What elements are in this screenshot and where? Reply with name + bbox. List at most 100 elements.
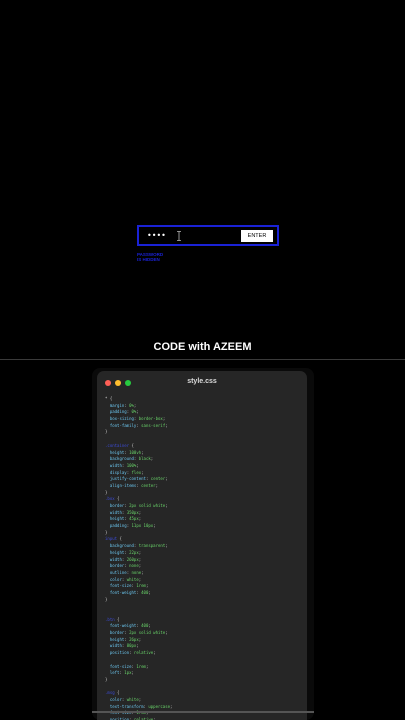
code-token: relative bbox=[133, 650, 154, 656]
code-token: ; bbox=[141, 569, 144, 575]
code-line: justify-content: center; bbox=[105, 476, 305, 483]
code-token: ; bbox=[138, 696, 142, 702]
code-line: height: 26px; bbox=[105, 637, 305, 644]
code-token: ; bbox=[145, 583, 149, 589]
code-token: border bbox=[105, 563, 125, 569]
code-token: ; bbox=[138, 509, 142, 515]
code-token: sans-serif bbox=[141, 422, 166, 428]
code-token: width bbox=[105, 643, 122, 649]
code-token: .btn bbox=[105, 616, 115, 622]
code-token: } bbox=[105, 529, 108, 535]
code-line: font-weight: 400; bbox=[105, 590, 305, 597]
code-line: height: 22px; bbox=[105, 550, 305, 557]
code-token: center bbox=[141, 482, 156, 488]
code-token: 2px solid white bbox=[129, 630, 166, 636]
code-token: left bbox=[105, 670, 120, 676]
code-token: * { bbox=[105, 396, 113, 401]
code-token: } bbox=[105, 429, 108, 435]
code-token: { bbox=[129, 442, 134, 448]
code-token: 100vh bbox=[129, 449, 142, 455]
code-token: background bbox=[105, 543, 134, 549]
code-token: justify-content bbox=[105, 476, 146, 482]
code-token: ; bbox=[162, 416, 166, 422]
divider bbox=[0, 359, 405, 360]
code-line: padding: 11px 10px; bbox=[105, 523, 305, 530]
code-token: background bbox=[105, 456, 134, 462]
code-token: } bbox=[105, 676, 108, 682]
code-line: text-transform: uppercase; bbox=[105, 704, 305, 711]
code-line: .box { bbox=[105, 496, 305, 503]
code-line: height: 100vh; bbox=[105, 450, 305, 457]
code-token: ; bbox=[136, 462, 139, 468]
code-token: ; bbox=[138, 563, 142, 569]
password-input[interactable]: •••• bbox=[147, 232, 166, 240]
code-token: font-weight bbox=[105, 589, 137, 595]
password-hint: PASSWORD IS HIDDEN bbox=[137, 252, 197, 262]
code-line: } bbox=[105, 490, 305, 497]
password-box: •••• ENTER bbox=[137, 225, 279, 246]
code-token: { bbox=[114, 496, 120, 502]
file-name: style.css bbox=[187, 378, 217, 385]
code-token: height bbox=[105, 449, 125, 455]
text-cursor-icon bbox=[177, 231, 181, 241]
code-content: * { margin: 0%; padding: 0%; box-sizing:… bbox=[105, 396, 305, 720]
code-token: { bbox=[114, 616, 120, 622]
code-token: white bbox=[126, 696, 139, 702]
code-line: .btn { bbox=[105, 617, 305, 624]
code-token: font-family bbox=[105, 422, 137, 428]
code-token: 1rem bbox=[136, 663, 146, 669]
code-line: left: 1px; bbox=[105, 670, 305, 677]
code-token: 80px bbox=[126, 643, 137, 649]
code-token: height bbox=[105, 516, 125, 522]
code-token: ; bbox=[141, 449, 144, 455]
code-token: ; bbox=[133, 402, 137, 408]
code-token: .container bbox=[105, 442, 130, 448]
code-token: position bbox=[105, 650, 130, 656]
code-token: font-size bbox=[105, 663, 132, 669]
code-token: height bbox=[105, 549, 125, 555]
code-token: 1px bbox=[124, 670, 132, 676]
code-token: 100% bbox=[126, 462, 137, 468]
code-token: width bbox=[105, 556, 122, 562]
code-token: ; bbox=[148, 623, 151, 629]
code-token: font-weight bbox=[105, 623, 137, 629]
code-line: color: white; bbox=[105, 697, 305, 704]
code-token: ; bbox=[155, 482, 159, 488]
code-line: border: 2px solid white; bbox=[105, 630, 305, 637]
code-token: 2px solid white bbox=[129, 503, 166, 508]
code-token: 26px bbox=[129, 636, 139, 642]
code-token: ; bbox=[141, 469, 144, 475]
code-token: 11px 10px bbox=[131, 523, 154, 529]
code-token: ; bbox=[138, 576, 142, 582]
code-token: ; bbox=[165, 630, 168, 636]
code-token: border-box bbox=[138, 416, 163, 422]
code-line: align-items: center; bbox=[105, 483, 305, 490]
code-token: ; bbox=[153, 523, 156, 529]
code-token: ; bbox=[131, 670, 134, 676]
code-token: input bbox=[105, 536, 118, 542]
code-token: ; bbox=[150, 456, 154, 462]
code-token: 350px bbox=[126, 509, 139, 515]
code-line: width: 260px; bbox=[105, 557, 305, 564]
enter-button[interactable]: ENTER bbox=[241, 230, 273, 242]
code-line: * { bbox=[105, 396, 305, 403]
code-token: ; bbox=[136, 409, 139, 415]
horizontal-scrollbar[interactable] bbox=[92, 711, 314, 713]
code-line: font-weight: 400; bbox=[105, 623, 305, 630]
code-line: } bbox=[105, 677, 305, 684]
code-token: padding bbox=[105, 523, 127, 529]
code-token: ; bbox=[138, 549, 142, 555]
code-token: none bbox=[131, 569, 142, 575]
code-token: 22px bbox=[129, 549, 139, 555]
code-token: border bbox=[105, 503, 125, 508]
code-token: ; bbox=[138, 556, 142, 562]
code-token: box-sizing bbox=[105, 416, 134, 422]
code-line: background: black; bbox=[105, 456, 305, 463]
code-line: outline: none; bbox=[105, 570, 305, 577]
code-line: } bbox=[105, 597, 305, 604]
code-line: width: 80px; bbox=[105, 643, 305, 650]
code-token: display bbox=[105, 469, 127, 475]
code-token: { bbox=[117, 536, 122, 542]
